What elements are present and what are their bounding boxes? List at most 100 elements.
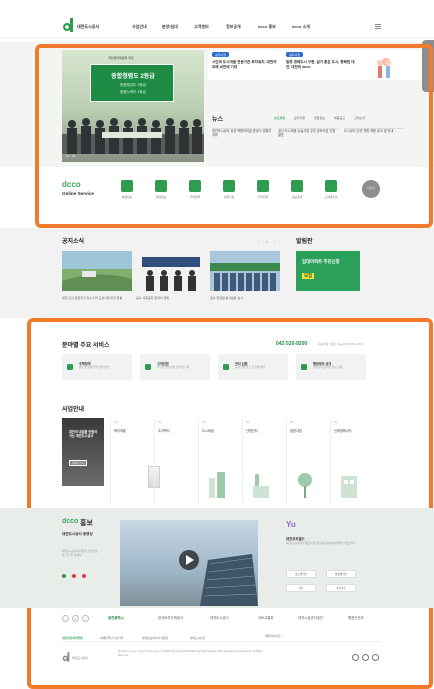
key-service-card[interactable]: 전자 입찰 공사 입찰 공고 및 결과 확인 [218,354,288,380]
site-header: 대전도시공사 사업안내 분양/임대 고객센터 정보공개 dcco 홍보 dcco… [0,0,434,38]
factory-icon [253,474,269,498]
menu-icon[interactable] [375,24,381,29]
notice-caption[interactable]: 공사 임직원 봉사활동 실시 [210,296,280,300]
board-banner-highlight: 모집 [302,273,315,279]
family-site-select[interactable]: 패밀리사이트 + [265,634,283,638]
business-column[interactable]: 05 환경사업 [286,418,326,504]
business-name: 도시재생 [202,429,214,433]
business-column[interactable]: 01 택지개발 [110,418,150,504]
business-name: 주거복지 [158,429,170,433]
notice-thumb-3[interactable] [210,251,280,291]
notice-title: 공지소식 [62,239,85,245]
footer-logo-text: 대전도시공사 [72,656,89,660]
notice-caption[interactable]: 대전 도안 갑천지구 친수구역 조성사업 추진 현황 [62,296,132,300]
notice-thumb-1[interactable] [62,251,132,291]
partner-logo[interactable]: 한국토지주택공사 [158,615,183,620]
tree-icon [298,473,312,498]
key-service-card[interactable]: 고객민원 온라인 민원 신청 및 처리 조회 [140,354,210,380]
partner-prev-icon[interactable]: ‹ [62,615,69,622]
logo-icon[interactable] [62,18,74,32]
prev-arrow-icon[interactable]: ‹ [258,240,259,244]
newsletter-button[interactable]: 사보 [286,584,316,592]
partner-logo[interactable]: 대전시설관리공단 [298,615,323,620]
photo-world-title: 대전포토월드 [286,537,305,541]
business-column[interactable]: 02 주거복지 [154,418,194,504]
key-service-desc: 경영공시 및 사전 정보 공개 [313,366,343,369]
key-service-desc: 분양 및 임대 주택 청약 안내 [79,366,109,369]
key-services-phone[interactable]: 042-530-9200 [276,341,307,347]
business-guide-main-text: 대전의 내일을 만들어가는 대전도시공사 [69,430,98,439]
business-guide-title: 사업안내 [62,407,85,413]
pr-brand-suffix: 홍보 [80,520,93,527]
board-banner[interactable]: 임대아파트 주민신청 모집 [296,251,360,307]
key-service-card[interactable]: 행정정보 공개 경영공시 및 사전 정보 공개 [296,354,366,380]
business-column[interactable]: 04 산업단지 [242,418,282,504]
folder-icon [301,364,307,370]
nav-item-sale[interactable]: 분양/임대 [162,24,178,30]
partner-logos: ‹ ॥ › 대전광역시 한국토지주택공사 대전도시공사 국토교통부 대전시설관리… [62,612,382,626]
footer-link[interactable]: 이메일무단수집거부 [100,636,123,640]
pr-indicator[interactable] [62,574,66,578]
pr-video[interactable] [120,520,258,606]
business-name: 택지개발 [114,429,126,433]
board-banner-strip [296,291,360,307]
footer-link[interactable]: 영상정보처리기기운영 [142,636,168,640]
photo-world-desc: 대전도시공사의 다양한 사진 자료를 한눈에 확인하실 수 있습니다 [286,542,356,545]
nav-item-pr[interactable]: dcco 홍보 [258,24,276,30]
nav-item-customer[interactable]: 고객센터 [194,24,209,30]
key-service-desc: 온라인 민원 신청 및 처리 조회 [157,366,190,369]
key-service-card[interactable]: 주택청약 분양 및 임대 주택 청약 안내 [62,354,132,380]
next-arrow-icon[interactable]: › [274,240,275,244]
partner-logo[interactable]: 국토교통부 [258,615,274,620]
business-column[interactable]: 03 도시재생 [198,418,238,504]
nav-item-business[interactable]: 사업안내 [132,24,147,30]
city-icon [209,472,225,498]
business-name: 환경사업 [290,429,302,433]
footer-address: 대전광역시 유성구 유성대로 대전도시공사 (우)34000 대표전화 042-… [118,650,263,657]
pr-materials-button[interactable]: 홍보자료 [326,584,356,592]
play-icon [186,555,194,565]
nav-item-about[interactable]: dcco 소개 [292,24,310,30]
video-building-image [200,554,258,606]
video-gallery-button[interactable]: 영상갤러리 [326,570,356,578]
pr-subtitle: 대전도시공사 동영상 [62,532,93,536]
business-guide-more-button[interactable]: 자세히 보기 [69,460,87,466]
business-name: 신재생에너지 [334,429,352,433]
highlight-box-top [35,44,433,228]
partner-pause-icon[interactable]: ॥ [72,615,79,622]
partner-logo[interactable]: 행정안전부 [348,615,364,620]
pr-description: 대전도시공사의 다양한 소식을 영상으로 만나보세요 [62,550,98,557]
partner-logo[interactable]: 대전광역시 [108,615,124,620]
footer-link[interactable]: 찾아오시는길 [190,636,205,640]
notice-caption[interactable]: 공사 사회공헌 협약식 개최 [136,296,206,300]
photo-gallery-button[interactable]: 포토갤러리 [286,570,316,578]
logo-text[interactable]: 대전도시공사 [77,24,99,30]
footer-logo-icon [62,652,70,662]
business-num: 03 [202,421,205,424]
business-name: 산업단지 [246,429,258,433]
key-service-desc: 공사 입찰 공고 및 결과 확인 [235,366,265,369]
footer-link[interactable]: 개인정보처리방침 [62,636,83,640]
pr-indicator[interactable] [72,574,76,578]
pr-indicator[interactable] [82,574,86,578]
blog-icon[interactable] [362,654,369,661]
key-services-title: 분야별 주요 서비스 [62,343,110,349]
business-num: 06 [334,421,337,424]
play-button[interactable] [179,550,199,570]
nav-item-info[interactable]: 정보공개 [226,24,241,30]
partner-logo[interactable]: 대전도시공사 [210,615,229,620]
notice-thumb-2[interactable] [136,251,206,291]
business-num: 05 [290,421,293,424]
energy-icon [341,476,357,498]
partner-next-icon[interactable]: › [82,615,89,622]
board-title: 알림판 [296,239,313,245]
instagram-icon[interactable] [372,654,379,661]
pause-icon[interactable]: ॥ [266,240,268,245]
business-column[interactable]: 06 신재생에너지 [330,418,370,504]
youtube-icon[interactable] [352,654,359,661]
business-num: 02 [158,421,161,424]
board-banner-text: 임대아파트 주민신청 [302,259,340,264]
chat-icon [145,364,151,370]
business-num: 01 [114,421,117,424]
pr-photo-world: Yu 대전포토월드 대전도시공사의 다양한 사진 자료를 한눈에 확인하실 수 … [286,520,356,592]
